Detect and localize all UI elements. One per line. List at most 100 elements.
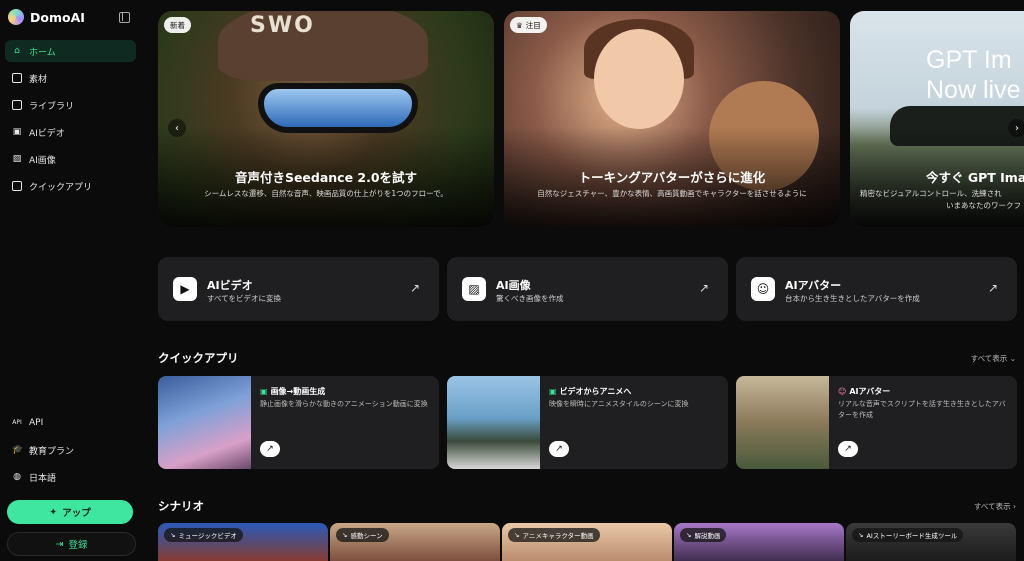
scenario-card[interactable]: ↘ AIストーリーボード生成ツール (846, 523, 1016, 561)
arrow-up-right-icon: ↗ (409, 281, 420, 295)
sidebar-item-label: API (29, 418, 44, 428)
feature-card-ai-video[interactable]: ▶ AIビデオ すべてをビデオに変換 ↗ (158, 257, 439, 321)
carousel-next-icon[interactable]: › (1008, 119, 1024, 137)
banner-desc: シームレスな遷移、自然な音声、映画品質の仕上がりを1つのフローで。 (204, 189, 448, 198)
quick-app-card[interactable]: ▣ 画像→動画生成 静止画像を滑らかな動きのアニメーション動画に変換 ↗ (158, 376, 439, 469)
sidebar-item-ai-image[interactable]: ▨ AI画像 (5, 148, 136, 170)
quick-app-title: ▣ 画像→動画生成 (260, 386, 325, 397)
quick-app-title-text: ビデオからアニメへ (559, 387, 632, 396)
feature-card-ai-avatar[interactable]: ☺ AIアバター 台本から生き生きとしたアバターを作成 ↗ (736, 257, 1017, 321)
quick-app-card[interactable]: ☺ AIアバター リアルな音声でスクリプトを話す生き生きとしたアバターを作成 ↗ (736, 376, 1017, 469)
brand[interactable]: DomoAI (8, 9, 85, 25)
sidebar-item-quick-apps[interactable]: クイックアプリ (5, 175, 136, 197)
feature-desc: 台本から生き生きとしたアバターを作成 (785, 294, 920, 303)
banner-illustration (594, 29, 684, 129)
banner-headline: GPT Im Now live or (926, 45, 1024, 105)
library-icon (12, 100, 22, 110)
quick-app-title-text: 画像→動画生成 (270, 387, 326, 396)
sidebar-item-label: 教育プラン (29, 446, 75, 457)
quick-app-title: ▣ ビデオからアニメへ (549, 386, 631, 397)
quick-app-desc: 静止画像を滑らかな動きのアニメーション動画に変換 (260, 400, 428, 408)
pointer-icon: ↘ (858, 531, 864, 539)
scenario-card[interactable]: ↘ 感動シーン (330, 523, 500, 561)
pointer-icon: ↘ (686, 531, 692, 539)
home-icon: ⌂ (14, 46, 20, 56)
app-button-label: アップ (62, 508, 91, 519)
headline-line: GPT Im (926, 46, 1012, 74)
banner-gpt-image[interactable]: GPT Im Now live or 今すぐ GPT Ima 精密なビジュアルコ… (850, 11, 1024, 227)
sparkle-icon: ✦ (49, 506, 58, 518)
sidebar-item-education[interactable]: 🎓 教育プラン (5, 439, 136, 461)
see-all-link[interactable]: すべて表示 ⌄ (971, 353, 1016, 364)
crown-icon: ♛ (516, 20, 523, 30)
sidebar-item-home[interactable]: ⌂ ホーム (5, 40, 136, 62)
quick-app-desc: リアルな音声でスクリプトを話す生き生きとしたアバターを作成 (838, 400, 1006, 419)
login-button-label: 登録 (68, 540, 88, 551)
login-button[interactable]: ⇥ 登録 (7, 532, 136, 556)
quick-app-card[interactable]: ▣ ビデオからアニメへ 映像を瞬時にアニメスタイルのシーンに変換 ↗ (447, 376, 728, 469)
see-all-label: すべて表示 (973, 502, 1011, 511)
scenario-label: AIストーリーボード生成ツール (866, 532, 958, 540)
chevron-down-icon: ⌄ (1009, 354, 1016, 363)
arrow-up-right-icon: ↗ (987, 281, 998, 295)
sidebar-item-assets[interactable]: 素材 (5, 67, 136, 89)
hat-lettering: SWO (250, 13, 315, 38)
chevron-right-icon: › (1013, 502, 1016, 511)
banner-title: トーキングアバターがさらに進化 (578, 170, 766, 185)
see-all-label: すべて表示 (970, 354, 1008, 363)
see-all-link[interactable]: すべて表示 › (974, 501, 1016, 512)
feature-card-ai-image[interactable]: ▨ AI画像 驚くべき画像を作成 ↗ (447, 257, 728, 321)
scenario-label: ミュージックビデオ (178, 532, 237, 540)
scenario-card[interactable]: ↘ ミュージックビデオ (158, 523, 328, 561)
sidebar-item-api[interactable]: API API (5, 412, 136, 434)
feature-title: AIアバター (785, 279, 842, 292)
feature-desc: 驚くべき画像を作成 (496, 294, 564, 303)
scenario-card[interactable]: ↘ 解説動画 (674, 523, 844, 561)
scenario-label: 感動シーン (350, 532, 383, 540)
scenario-card[interactable]: ↘ アニメキャラクター動画 (502, 523, 672, 561)
banner-talking-avatar[interactable]: ♛ 注目 トーキングアバターがさらに進化 自然なジェスチャー、豊かな表情、高画質… (504, 11, 840, 227)
education-icon: 🎓 (12, 445, 24, 455)
arrow-up-right-icon[interactable]: ↗ (838, 441, 858, 457)
globe-icon: ◍ (13, 472, 21, 482)
video-icon: ▣ (549, 387, 557, 396)
quick-app-icon (12, 181, 22, 191)
sidebar-item-library[interactable]: ライブラリ (5, 94, 136, 116)
sidebar-bottom-nav: API API 🎓 教育プラン ◍ 日本語 (5, 412, 136, 493)
avatar-icon: ☺ (751, 277, 775, 301)
app-button[interactable]: ✦ アップ (7, 500, 133, 524)
sidebar-item-label: 素材 (29, 74, 48, 85)
brand-name: DomoAI (30, 9, 85, 25)
featured-badge: ♛ 注目 (510, 17, 547, 33)
app-root: DomoAI ⌂ ホーム 素材 ライブラリ ▣ AIビデオ ▨ AI画像 クイッ… (0, 0, 1024, 561)
headline-line: Now live or (926, 76, 1024, 104)
sidebar-item-language[interactable]: ◍ 日本語 (5, 466, 136, 488)
thumbnail (736, 376, 829, 469)
sidebar-item-label: AIビデオ (29, 128, 65, 139)
video-icon: ▣ (260, 387, 268, 396)
sidebar-item-label: 日本語 (29, 473, 57, 484)
domoai-logo-icon (8, 9, 24, 25)
scenario-chip: ↘ 感動シーン (336, 528, 389, 542)
sidebar-item-label: ライブラリ (29, 101, 75, 112)
sidebar: DomoAI ⌂ ホーム 素材 ライブラリ ▣ AIビデオ ▨ AI画像 クイッ… (0, 0, 142, 561)
sidebar-collapse-icon[interactable] (119, 12, 130, 23)
scenario-chip: ↘ アニメキャラクター動画 (508, 528, 600, 542)
hero-carousel: ‹ › SWO 新着 音声付きSeedance 2.0を試す シームレスな遷移、… (158, 11, 1024, 227)
banner-desc: 自然なジェスチャー、豊かな表情、高画質動画でキャラクターを話させるように (537, 189, 807, 198)
sidebar-nav: ⌂ ホーム 素材 ライブラリ ▣ AIビデオ ▨ AI画像 クイックアプリ (5, 40, 136, 202)
banner-seedance[interactable]: SWO 新着 音声付きSeedance 2.0を試す シームレスな遷移、自然な音… (158, 11, 494, 227)
arrow-up-right-icon[interactable]: ↗ (260, 441, 280, 457)
video-icon: ▶ (173, 277, 197, 301)
thumbnail (158, 376, 251, 469)
image-icon: ▨ (12, 154, 22, 164)
sidebar-item-ai-video[interactable]: ▣ AIビデオ (5, 121, 136, 143)
arrow-up-right-icon: ↗ (698, 281, 709, 295)
arrow-up-right-icon[interactable]: ↗ (549, 441, 569, 457)
video-icon: ▣ (12, 127, 22, 137)
carousel-prev-icon[interactable]: ‹ (168, 119, 186, 137)
quick-app-title: ☺ AIアバター (838, 386, 890, 397)
login-icon: ⇥ (55, 538, 64, 550)
banner-desc-line: 精密なビジュアルコントロール、洗練され (860, 189, 1002, 198)
main-content: ‹ › SWO 新着 音声付きSeedance 2.0を試す シームレスな遷移、… (148, 0, 1024, 561)
